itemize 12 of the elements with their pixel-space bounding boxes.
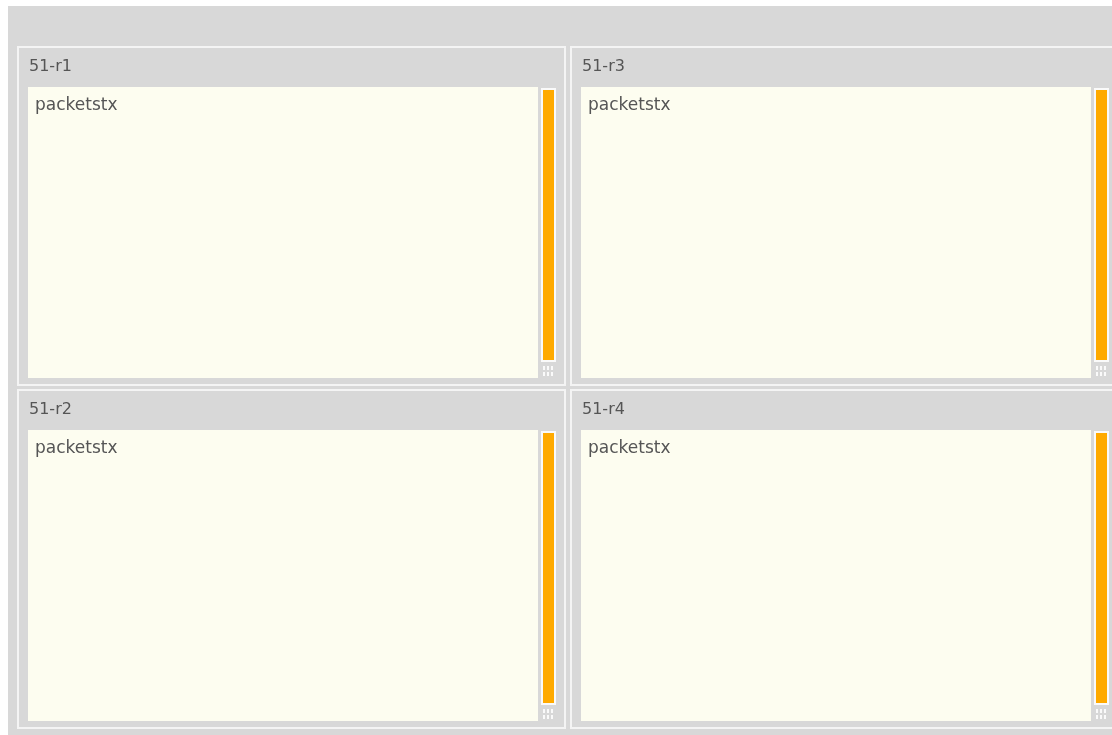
scrollbar-thumb[interactable] [1094, 88, 1109, 362]
text-area[interactable]: packetstx [581, 87, 1091, 378]
scrollbar-thumb[interactable] [541, 88, 556, 362]
panel-title: 51-r1 [28, 55, 73, 77]
panel-title: 51-r3 [581, 55, 626, 77]
scrollbar-thumb[interactable] [541, 431, 556, 705]
panel-title: 51-r4 [581, 398, 626, 420]
text-area[interactable]: packetstx [28, 87, 538, 378]
text-area[interactable]: packetstx [581, 430, 1091, 721]
scrollbar-thumb[interactable] [1094, 431, 1109, 705]
text-area[interactable]: packetstx [28, 430, 538, 721]
panel-title: 51-r2 [28, 398, 73, 420]
